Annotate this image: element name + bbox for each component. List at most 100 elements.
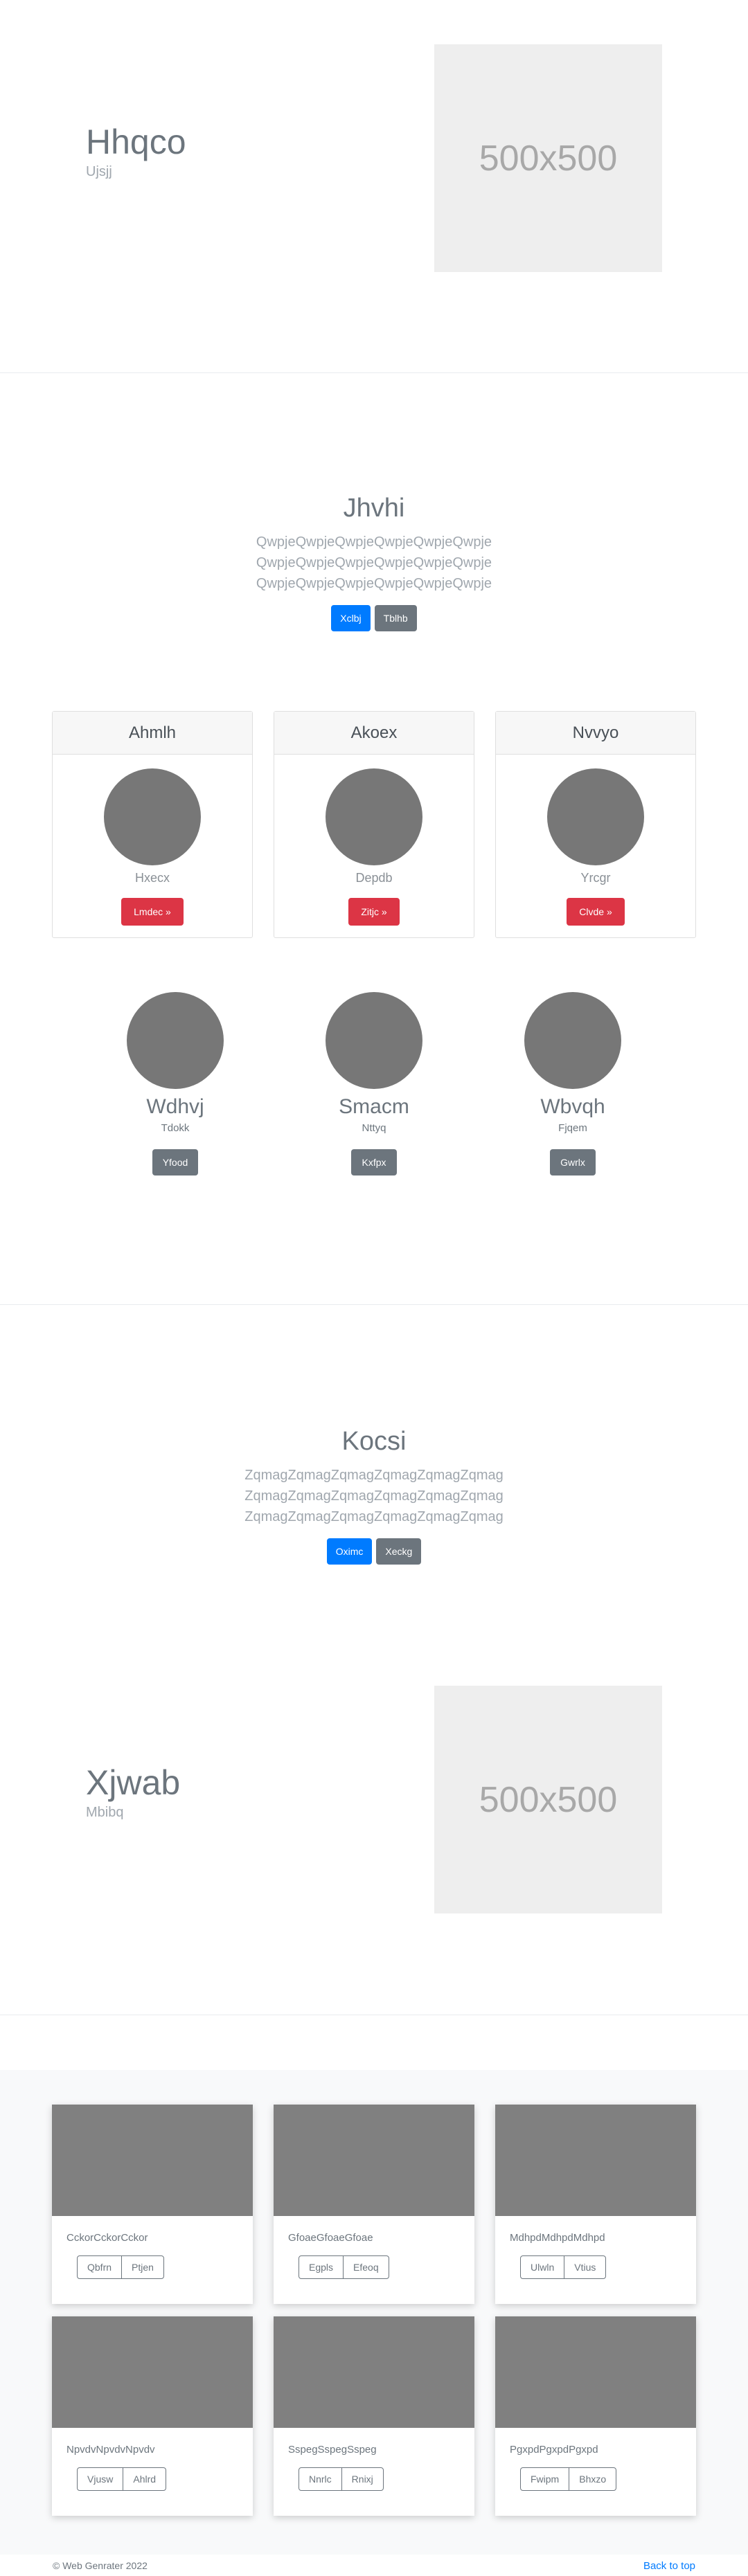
hero-title: Xjwab — [86, 1763, 181, 1802]
lead-line: ZqmagZqmagZqmagZqmagZqmagZqmag — [244, 1488, 504, 1504]
primary-button[interactable]: Xclbj — [331, 604, 371, 631]
card-button-group: Qbfrn Ptjen — [77, 2255, 164, 2279]
back-to-top-link[interactable]: Back to top — [643, 2560, 695, 2572]
team-member: Smacm Nttyq Kxfpx — [291, 992, 457, 1176]
member-button[interactable]: Gwrlx — [550, 1149, 596, 1176]
view-button[interactable]: Fwipm — [520, 2467, 570, 2491]
album-card: NpvdvNpvdvNpvdv Vjusw Ahlrd — [52, 2316, 253, 2516]
secondary-button[interactable]: Xeckg — [376, 1538, 422, 1565]
jumbotron-buttons: Oximc Xeckg — [0, 1538, 748, 1565]
card-image — [274, 2105, 474, 2216]
view-button[interactable]: Qbfrn — [77, 2255, 123, 2279]
avatar-circle — [326, 992, 422, 1089]
member-name: Wdhvj — [146, 1095, 204, 1118]
lead-line: QwpjeQwpjeQwpjeQwpjeQwpjeQwpje — [256, 575, 492, 591]
card-image — [274, 2316, 474, 2428]
hero-subtitle: Mbibq — [86, 1805, 124, 1820]
card-header: Nvvyo — [496, 712, 695, 755]
view-button[interactable]: Nnrlc — [299, 2467, 342, 2491]
lead-line: ZqmagZqmagZqmagZqmagZqmagZqmag — [244, 1467, 504, 1483]
avatar-circle — [127, 992, 224, 1089]
view-button[interactable]: Egpls — [299, 2255, 344, 2279]
card-text: MdhpdMdhpdMdhpd — [510, 2232, 605, 2244]
placeholder-image: 500x500 — [434, 1686, 662, 1913]
album-card: GfoaeGfoaeGfoae Egpls Efeoq — [274, 2105, 474, 2304]
card-text: PgxpdPgxpdPgxpd — [510, 2444, 598, 2456]
primary-button[interactable]: Oximc — [326, 1538, 373, 1565]
edit-button[interactable]: Bhxzo — [569, 2467, 617, 2491]
card-button[interactable]: Clvde » — [567, 898, 625, 926]
card-text: CckorCckorCckor — [66, 2232, 148, 2244]
card-button[interactable]: Zitjc » — [348, 898, 400, 926]
card-image — [495, 2105, 696, 2216]
card-text: Yrcgr — [580, 871, 611, 885]
album-card: PgxpdPgxpdPgxpd Fwipm Bhxzo — [495, 2316, 696, 2516]
page: Hhqco Ujsjj 500x500 Jhvhi QwpjeQwpjeQwpj… — [0, 0, 748, 2576]
card-text: SspegSspegSspeg — [288, 2444, 377, 2456]
avatar-circle — [547, 768, 644, 865]
card-button-group: Fwipm Bhxzo — [520, 2467, 617, 2491]
member-name: Wbvqh — [540, 1095, 605, 1118]
card-text: Hxecx — [134, 871, 170, 885]
card-text: GfoaeGfoaeGfoae — [288, 2232, 373, 2244]
card-text: Depdb — [355, 871, 393, 885]
hero-text-2: Xjwab Mbibq — [86, 1762, 180, 1821]
feature-card: Nvvyo Yrcgr Clvde » — [495, 711, 696, 938]
feature-card: Akoex Depdb Zitjc » — [274, 711, 474, 938]
member-role: Tdokk — [161, 1122, 190, 1134]
placeholder-image: 500x500 — [434, 44, 662, 272]
card-image — [52, 2316, 253, 2428]
edit-button[interactable]: Ptjen — [121, 2255, 164, 2279]
card-button-group: Nnrlc Rnixj — [299, 2467, 384, 2491]
lead-line: QwpjeQwpjeQwpjeQwpjeQwpjeQwpje — [256, 555, 492, 570]
team-member: Wdhvj Tdokk Yfood — [92, 992, 258, 1176]
member-role: Fjqem — [558, 1122, 587, 1134]
edit-button[interactable]: Rnixj — [341, 2467, 384, 2491]
avatar-circle — [524, 992, 621, 1089]
divider — [0, 1304, 748, 1305]
card-header: Ahmlh — [53, 712, 252, 755]
album-card: MdhpdMdhpdMdhpd Ulwln Vtius — [495, 2105, 696, 2304]
divider — [0, 372, 748, 373]
hero-subtitle: Ujsjj — [86, 164, 112, 179]
album-card: SspegSspegSspeg Nnrlc Rnixj — [274, 2316, 474, 2516]
avatar-circle — [326, 768, 422, 865]
member-button[interactable]: Kxfpx — [351, 1149, 397, 1176]
hero-title: Hhqco — [86, 123, 186, 161]
lead-line: ZqmagZqmagZqmagZqmagZqmagZqmag — [244, 1508, 504, 1524]
card-button-group: Egpls Efeoq — [299, 2255, 389, 2279]
jumbotron-buttons: Xclbj Tblhb — [0, 604, 748, 631]
card-image — [52, 2105, 253, 2216]
hero-text-1: Hhqco Ujsjj — [86, 121, 186, 180]
card-button-group: Vjusw Ahlrd — [77, 2467, 167, 2491]
card-button-group: Ulwln Vtius — [520, 2255, 607, 2279]
member-button[interactable]: Yfood — [152, 1149, 199, 1176]
card-header: Akoex — [274, 712, 474, 755]
lead-line: QwpjeQwpjeQwpjeQwpjeQwpjeQwpje — [256, 534, 492, 550]
jumbotron-lead: QwpjeQwpjeQwpjeQwpjeQwpjeQwpje QwpjeQwpj… — [0, 532, 748, 594]
jumbotron-lead: ZqmagZqmagZqmagZqmagZqmagZqmag ZqmagZqma… — [0, 1465, 748, 1527]
edit-button[interactable]: Vtius — [564, 2255, 607, 2279]
card-button[interactable]: Lmdec » — [121, 898, 184, 926]
team-member: Wbvqh Fjqem Gwrlx — [490, 992, 656, 1176]
member-name: Smacm — [339, 1095, 409, 1118]
view-button[interactable]: Vjusw — [77, 2467, 124, 2491]
hero-section-2: Xjwab Mbibq 500x500 — [0, 1641, 748, 2015]
jumbotron-title: Kocsi — [341, 1427, 407, 1456]
card-text: NpvdvNpvdvNpvdv — [66, 2444, 155, 2456]
avatar-circle — [104, 768, 201, 865]
copyright-text: © Web Genrater 2022 — [53, 2560, 148, 2571]
edit-button[interactable]: Efeoq — [343, 2255, 389, 2279]
card-image — [495, 2316, 696, 2428]
feature-card: Ahmlh Hxecx Lmdec » — [52, 711, 253, 938]
album-card: CckorCckorCckor Qbfrn Ptjen — [52, 2105, 253, 2304]
jumbotron-section-2: Kocsi ZqmagZqmagZqmagZqmagZqmagZqmag Zqm… — [0, 1426, 748, 1565]
footer: © Web Genrater 2022 Back to top — [0, 2555, 748, 2576]
edit-button[interactable]: Ahlrd — [123, 2467, 167, 2491]
secondary-button[interactable]: Tblhb — [374, 604, 417, 631]
member-role: Nttyq — [362, 1122, 386, 1134]
hero-section-1: Hhqco Ujsjj 500x500 — [0, 0, 748, 372]
view-button[interactable]: Ulwln — [520, 2255, 565, 2279]
jumbotron-title: Jhvhi — [343, 494, 405, 523]
jumbotron-section-1: Jhvhi QwpjeQwpjeQwpjeQwpjeQwpjeQwpje Qwp… — [0, 493, 748, 631]
